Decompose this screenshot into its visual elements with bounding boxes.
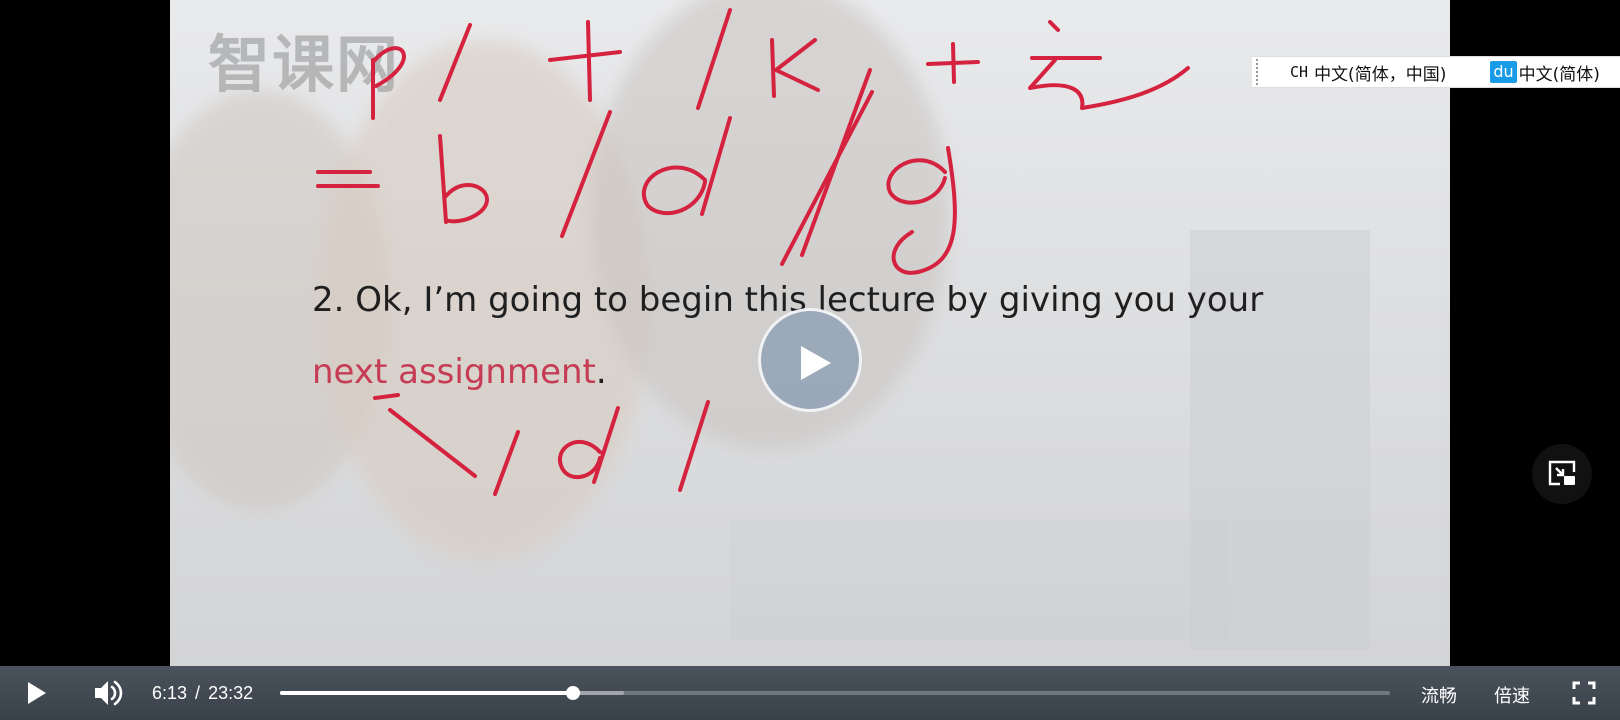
ink-d-bowl: [641, 165, 707, 216]
video-player: 智课网 2. Ok, I’m going to begin this lectu…: [0, 0, 1620, 720]
ink-p-bowl: [371, 46, 406, 88]
speed-button[interactable]: 倍速: [1494, 682, 1530, 708]
ime-language-label-2[interactable]: 中文(简体): [1519, 60, 1600, 85]
ink-t-stem: [586, 20, 592, 102]
duration: 23:32: [208, 683, 254, 703]
picture-in-picture-icon: [1548, 460, 1576, 486]
ink-slash-5: [780, 90, 874, 266]
play-icon: [28, 682, 46, 704]
fullscreen-icon: [1572, 681, 1596, 705]
ink-breve: [373, 393, 400, 400]
ink-b-bowl: [444, 183, 489, 224]
ink-yuan-body: [1028, 58, 1190, 110]
time-separator: /: [195, 683, 201, 703]
play-button[interactable]: [22, 679, 50, 707]
ink-d2-stem: [592, 406, 620, 484]
ink-slash-1: [438, 23, 472, 102]
ink-slash-7: [678, 400, 710, 492]
grip-icon[interactable]: [1256, 59, 1262, 85]
ink-slash-2: [696, 8, 732, 110]
ink-d-stem: [700, 116, 732, 216]
quality-button[interactable]: 流畅: [1421, 682, 1457, 708]
ink-g-bowl: [886, 158, 947, 205]
ime-du-badge[interactable]: du: [1490, 61, 1517, 83]
volume-icon: [95, 680, 123, 706]
play-icon: [801, 346, 831, 380]
ime-status-bar[interactable]: CH 中文(简体，中国) du 中文(简体): [1252, 56, 1620, 88]
current-time: 6:13: [152, 683, 188, 703]
ime-ch-label[interactable]: CH: [1290, 63, 1308, 81]
progress-bar[interactable]: [280, 686, 1390, 700]
ink-plus-2-v: [951, 42, 956, 84]
progress-handle[interactable]: [566, 686, 581, 700]
control-bar: 6:13 / 23:32 流畅 倍速: [0, 666, 1620, 720]
ink-slash-4: [560, 110, 612, 238]
fullscreen-button[interactable]: [1572, 681, 1596, 705]
ink-plus-1-h: [548, 50, 622, 62]
time-display: 6:13 / 23:32: [152, 683, 253, 704]
ink-yuan-dot: [1048, 20, 1060, 32]
volume-button[interactable]: [92, 678, 124, 708]
ime-language-label[interactable]: 中文(简体，中国): [1314, 60, 1446, 85]
progress-played: [280, 691, 574, 695]
ink-b-stem: [438, 134, 448, 224]
ink-d2-bowl: [558, 439, 602, 479]
ink-k-stem: [770, 38, 776, 98]
ink-slash-6: [493, 430, 520, 496]
picture-in-picture-button[interactable]: [1532, 444, 1592, 504]
ink-g-tail: [891, 146, 957, 275]
center-play-button[interactable]: [758, 308, 862, 412]
ink-k-arms: [774, 38, 820, 92]
ink-backslash: [388, 408, 477, 478]
